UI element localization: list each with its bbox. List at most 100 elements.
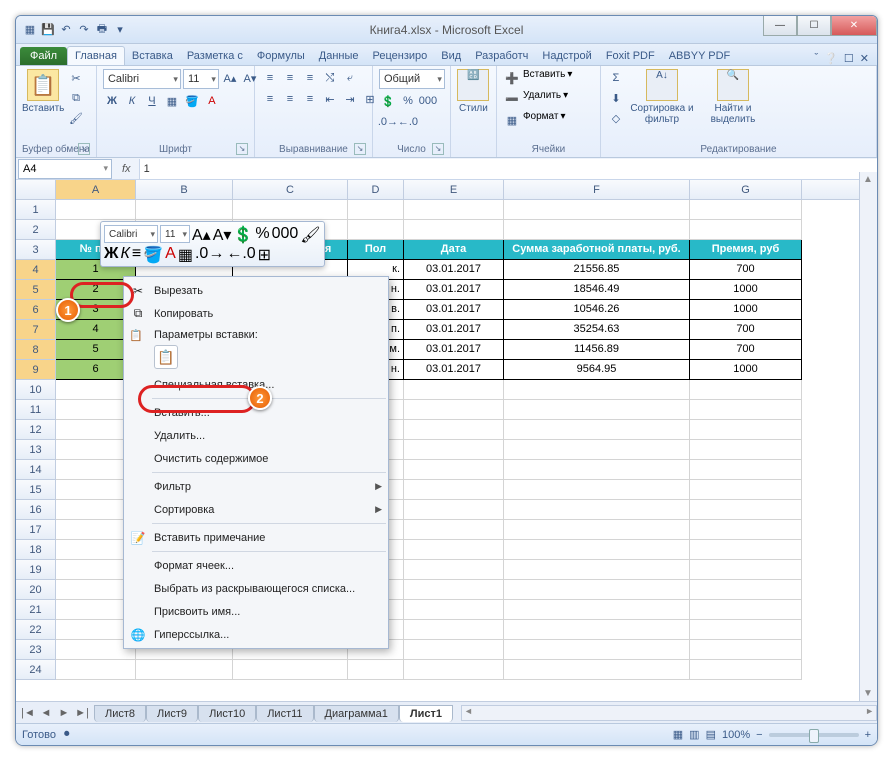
tab-addins[interactable]: Надстрой xyxy=(535,47,598,65)
cell[interactable] xyxy=(136,200,233,220)
row-header[interactable]: 9 xyxy=(16,360,56,380)
row-header[interactable]: 13 xyxy=(16,440,56,460)
cell[interactable] xyxy=(136,660,233,680)
cell[interactable] xyxy=(404,560,504,580)
cell[interactable]: 700 xyxy=(690,340,802,360)
align-top-icon[interactable]: ≡ xyxy=(261,69,279,87)
mdi-close-icon[interactable]: ✕ xyxy=(860,52,869,65)
format-painter-icon[interactable]: 🖌 xyxy=(67,109,85,127)
sort-filter-button[interactable]: A↓Сортировка и фильтр xyxy=(628,69,696,125)
decrease-indent-icon[interactable]: ⇤ xyxy=(321,90,339,108)
percent-icon[interactable]: % xyxy=(399,92,417,110)
cell[interactable] xyxy=(404,640,504,660)
currency-icon[interactable]: 💲 xyxy=(233,225,253,243)
dialog-launcher-icon[interactable]: ↘ xyxy=(432,143,444,155)
cell[interactable] xyxy=(690,660,802,680)
col-header[interactable]: A xyxy=(56,180,136,199)
align-center-icon[interactable]: ≡ xyxy=(281,90,299,108)
zoom-in-icon[interactable]: + xyxy=(865,729,871,741)
cell[interactable]: 03.01.2017 xyxy=(404,260,504,280)
col-header[interactable]: D xyxy=(348,180,404,199)
menu-clear[interactable]: Очистить содержимое xyxy=(124,447,388,470)
redo-icon[interactable]: ↷ xyxy=(76,22,92,38)
sheet-nav-first-icon[interactable]: |◄ xyxy=(20,707,36,719)
cell[interactable]: 11456.89 xyxy=(504,340,690,360)
dialog-launcher-icon[interactable]: ↘ xyxy=(236,143,248,155)
name-box[interactable]: A4 xyxy=(18,159,112,179)
cell[interactable] xyxy=(690,480,802,500)
sheet-nav-next-icon[interactable]: ► xyxy=(56,707,72,719)
row-header[interactable]: 12 xyxy=(16,420,56,440)
decrease-decimal-icon[interactable]: ←.0 xyxy=(226,245,255,263)
cell[interactable] xyxy=(233,200,348,220)
tab-home[interactable]: Главная xyxy=(67,46,125,65)
mini-size-combo[interactable]: 11 xyxy=(160,225,190,243)
mini-font-combo[interactable]: Calibri xyxy=(104,225,158,243)
sheet-tab[interactable]: Диаграмма1 xyxy=(314,705,399,722)
cell[interactable]: Дата xyxy=(404,240,504,260)
format-painter-icon[interactable]: 🖌 xyxy=(300,225,320,243)
cell[interactable]: Сумма заработной платы, руб. xyxy=(504,240,690,260)
currency-icon[interactable]: 💲 xyxy=(379,92,397,110)
cell[interactable] xyxy=(504,420,690,440)
row-header[interactable]: 4 xyxy=(16,260,56,280)
minimize-button[interactable]: — xyxy=(763,16,797,36)
increase-decimal-icon[interactable]: .0→ xyxy=(195,245,224,263)
sheet-tab[interactable]: Лист10 xyxy=(198,705,256,722)
cell[interactable] xyxy=(56,200,136,220)
cell[interactable]: 9564.95 xyxy=(504,360,690,380)
delete-cells-button[interactable]: ➖Удалить ▾ xyxy=(503,90,568,108)
cell[interactable] xyxy=(404,220,504,240)
cell[interactable]: 1000 xyxy=(690,280,802,300)
find-select-button[interactable]: 🔍Найти и выделить xyxy=(699,69,767,125)
styles-button[interactable]: 🔠Стили xyxy=(457,69,490,114)
cell[interactable] xyxy=(404,580,504,600)
shrink-font-icon[interactable]: A▾ xyxy=(213,225,232,243)
menu-define-name[interactable]: Присвоить имя... xyxy=(124,600,388,623)
cell[interactable] xyxy=(504,660,690,680)
cell[interactable]: 35254.63 xyxy=(504,320,690,340)
tab-data[interactable]: Данные xyxy=(312,47,366,65)
cell[interactable]: 03.01.2017 xyxy=(404,280,504,300)
bold-icon[interactable]: Ж xyxy=(103,92,121,110)
comma-icon[interactable]: 000 xyxy=(272,225,299,243)
number-format-combo[interactable]: Общий xyxy=(379,69,445,89)
cell[interactable] xyxy=(504,400,690,420)
select-all-corner[interactable] xyxy=(16,180,56,199)
vertical-scrollbar[interactable] xyxy=(859,172,877,701)
row-header[interactable]: 3 xyxy=(16,240,56,260)
cell[interactable] xyxy=(504,520,690,540)
row-header[interactable]: 21 xyxy=(16,600,56,620)
cell[interactable] xyxy=(690,500,802,520)
cell[interactable] xyxy=(504,580,690,600)
zoom-level[interactable]: 100% xyxy=(722,729,750,741)
tab-abbyy[interactable]: ABBYY PDF xyxy=(662,47,738,65)
menu-format-cells[interactable]: Формат ячеек... xyxy=(124,554,388,577)
align-left-icon[interactable]: ≡ xyxy=(261,90,279,108)
tab-insert[interactable]: Вставка xyxy=(125,47,180,65)
sheet-tab[interactable]: Лист8 xyxy=(94,705,146,722)
tab-file[interactable]: Файл xyxy=(20,47,67,65)
tab-view[interactable]: Вид xyxy=(434,47,468,65)
sheet-tab[interactable]: Лист9 xyxy=(146,705,198,722)
cell[interactable] xyxy=(504,540,690,560)
font-size-combo[interactable]: 11 xyxy=(183,69,219,89)
tab-foxit[interactable]: Foxit PDF xyxy=(599,47,662,65)
sheet-tab[interactable]: Лист11 xyxy=(256,705,313,722)
decrease-decimal-icon[interactable]: ←.0 xyxy=(399,113,417,131)
tab-formulas[interactable]: Формулы xyxy=(250,47,312,65)
cell[interactable] xyxy=(504,460,690,480)
cell[interactable] xyxy=(690,400,802,420)
horizontal-scrollbar[interactable] xyxy=(461,705,877,721)
cell[interactable] xyxy=(404,200,504,220)
row-header[interactable]: 20 xyxy=(16,580,56,600)
row-header[interactable]: 16 xyxy=(16,500,56,520)
cell[interactable] xyxy=(504,220,690,240)
clear-icon[interactable]: ◇ xyxy=(607,109,625,127)
cell[interactable] xyxy=(690,200,802,220)
increase-indent-icon[interactable]: ⇥ xyxy=(341,90,359,108)
menu-cut[interactable]: ✂Вырезать xyxy=(124,279,388,302)
comma-icon[interactable]: 000 xyxy=(419,92,437,110)
font-name-combo[interactable]: Calibri xyxy=(103,69,181,89)
align-bottom-icon[interactable]: ≡ xyxy=(301,69,319,87)
